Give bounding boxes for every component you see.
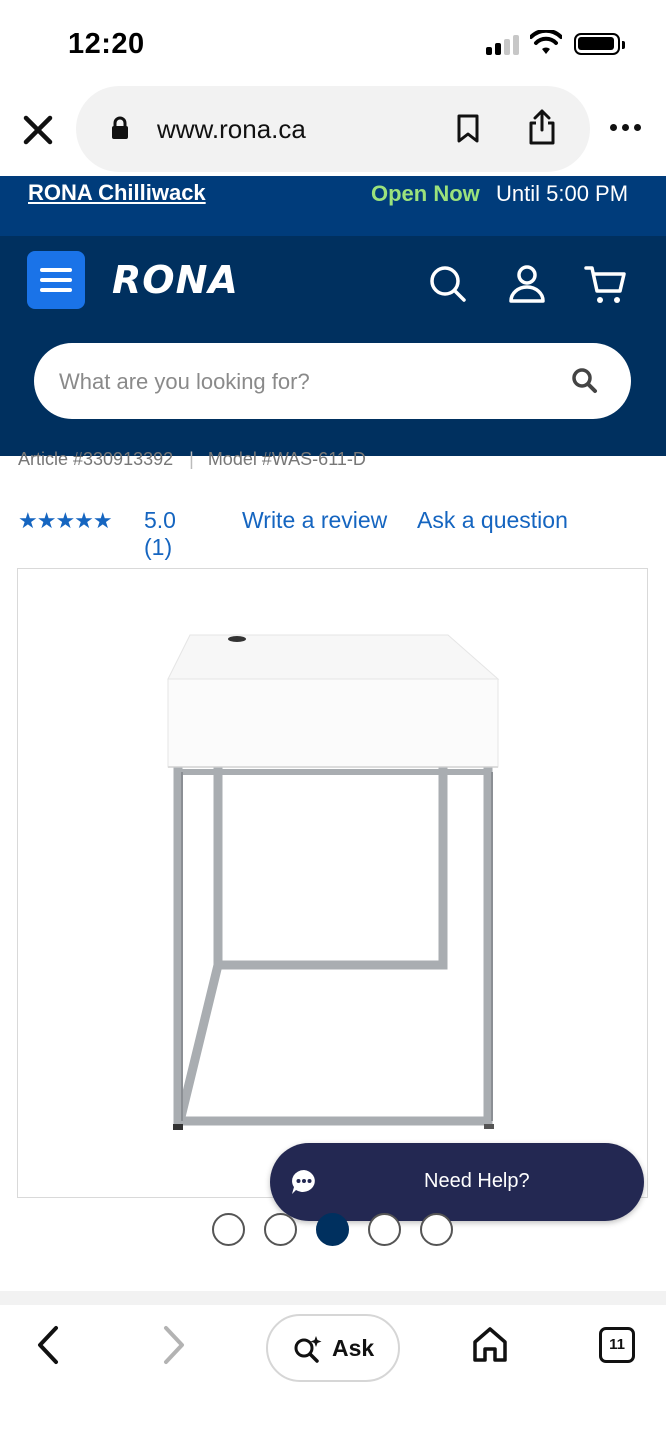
rating-value-link[interactable]: 5.0 (1): [144, 507, 176, 561]
product-image-frame[interactable]: [17, 568, 648, 1198]
rona-logo[interactable]: RONA: [112, 258, 239, 302]
write-review-link[interactable]: Write a review: [242, 507, 387, 534]
wifi-icon: [530, 30, 562, 54]
ask-question-link[interactable]: Ask a question: [417, 507, 568, 534]
chat-bubble-icon: [292, 1170, 315, 1194]
open-status: Open Now: [371, 181, 480, 206]
url-text[interactable]: www.rona.ca: [157, 114, 306, 145]
article-number: Article #330913392: [18, 449, 174, 469]
store-hours: Until 5:00 PM: [496, 181, 629, 206]
account-icon[interactable]: [508, 264, 546, 304]
product-meta: Article #330913392 | Model #WAS-611-D: [18, 449, 366, 469]
browser-toolbar: Ask 11: [0, 1305, 666, 1440]
star-rating-icon[interactable]: ★★★★★: [18, 508, 113, 534]
battery-icon: [574, 33, 625, 55]
bookmark-icon[interactable]: [455, 114, 481, 144]
model-number: Model #WAS-611-D: [207, 449, 366, 469]
need-help-label: Need Help?: [424, 1170, 530, 1192]
tabs-icon[interactable]: 11: [599, 1327, 635, 1363]
status-time: 12:20: [68, 28, 145, 60]
menu-button[interactable]: [27, 251, 85, 309]
tab-count: 11: [609, 1336, 625, 1353]
forward-icon[interactable]: [158, 1325, 190, 1365]
store-name-link[interactable]: RONA Chilliwack: [28, 180, 206, 206]
carousel-dot[interactable]: [264, 1213, 297, 1246]
ask-button[interactable]: Ask: [266, 1314, 400, 1382]
close-icon[interactable]: [20, 112, 56, 148]
back-icon[interactable]: [32, 1325, 64, 1365]
need-help-button[interactable]: Need Help?: [270, 1143, 644, 1221]
more-icon[interactable]: [610, 124, 644, 134]
carousel-dot[interactable]: [212, 1213, 245, 1246]
carousel-dot[interactable]: [368, 1213, 401, 1246]
carousel-dot[interactable]: [420, 1213, 453, 1246]
site-header: RONA What are you looking for?: [0, 236, 666, 456]
search-icon[interactable]: [428, 264, 468, 304]
section-divider: [0, 1291, 666, 1305]
search-submit-icon[interactable]: [571, 367, 599, 395]
browser-address-row: www.rona.ca: [0, 86, 666, 176]
desk-product-image: [167, 634, 500, 1130]
cellular-signal-icon: [486, 33, 520, 55]
home-icon[interactable]: [470, 1325, 510, 1365]
ask-sparkle-search-icon: [294, 1336, 322, 1363]
ask-label: Ask: [332, 1335, 375, 1361]
carousel-dot-active[interactable]: [316, 1213, 349, 1246]
cart-icon[interactable]: [584, 264, 628, 306]
address-bar[interactable]: [76, 86, 590, 172]
search-input[interactable]: What are you looking for?: [34, 343, 631, 419]
store-info-bar: RONA Chilliwack Open Now Until 5:00 PM: [0, 176, 666, 236]
search-placeholder: What are you looking for?: [59, 369, 310, 394]
carousel-dots: [212, 1213, 462, 1247]
status-bar: 12:20: [0, 0, 666, 86]
share-icon[interactable]: [527, 108, 557, 146]
lock-icon: [112, 116, 128, 139]
